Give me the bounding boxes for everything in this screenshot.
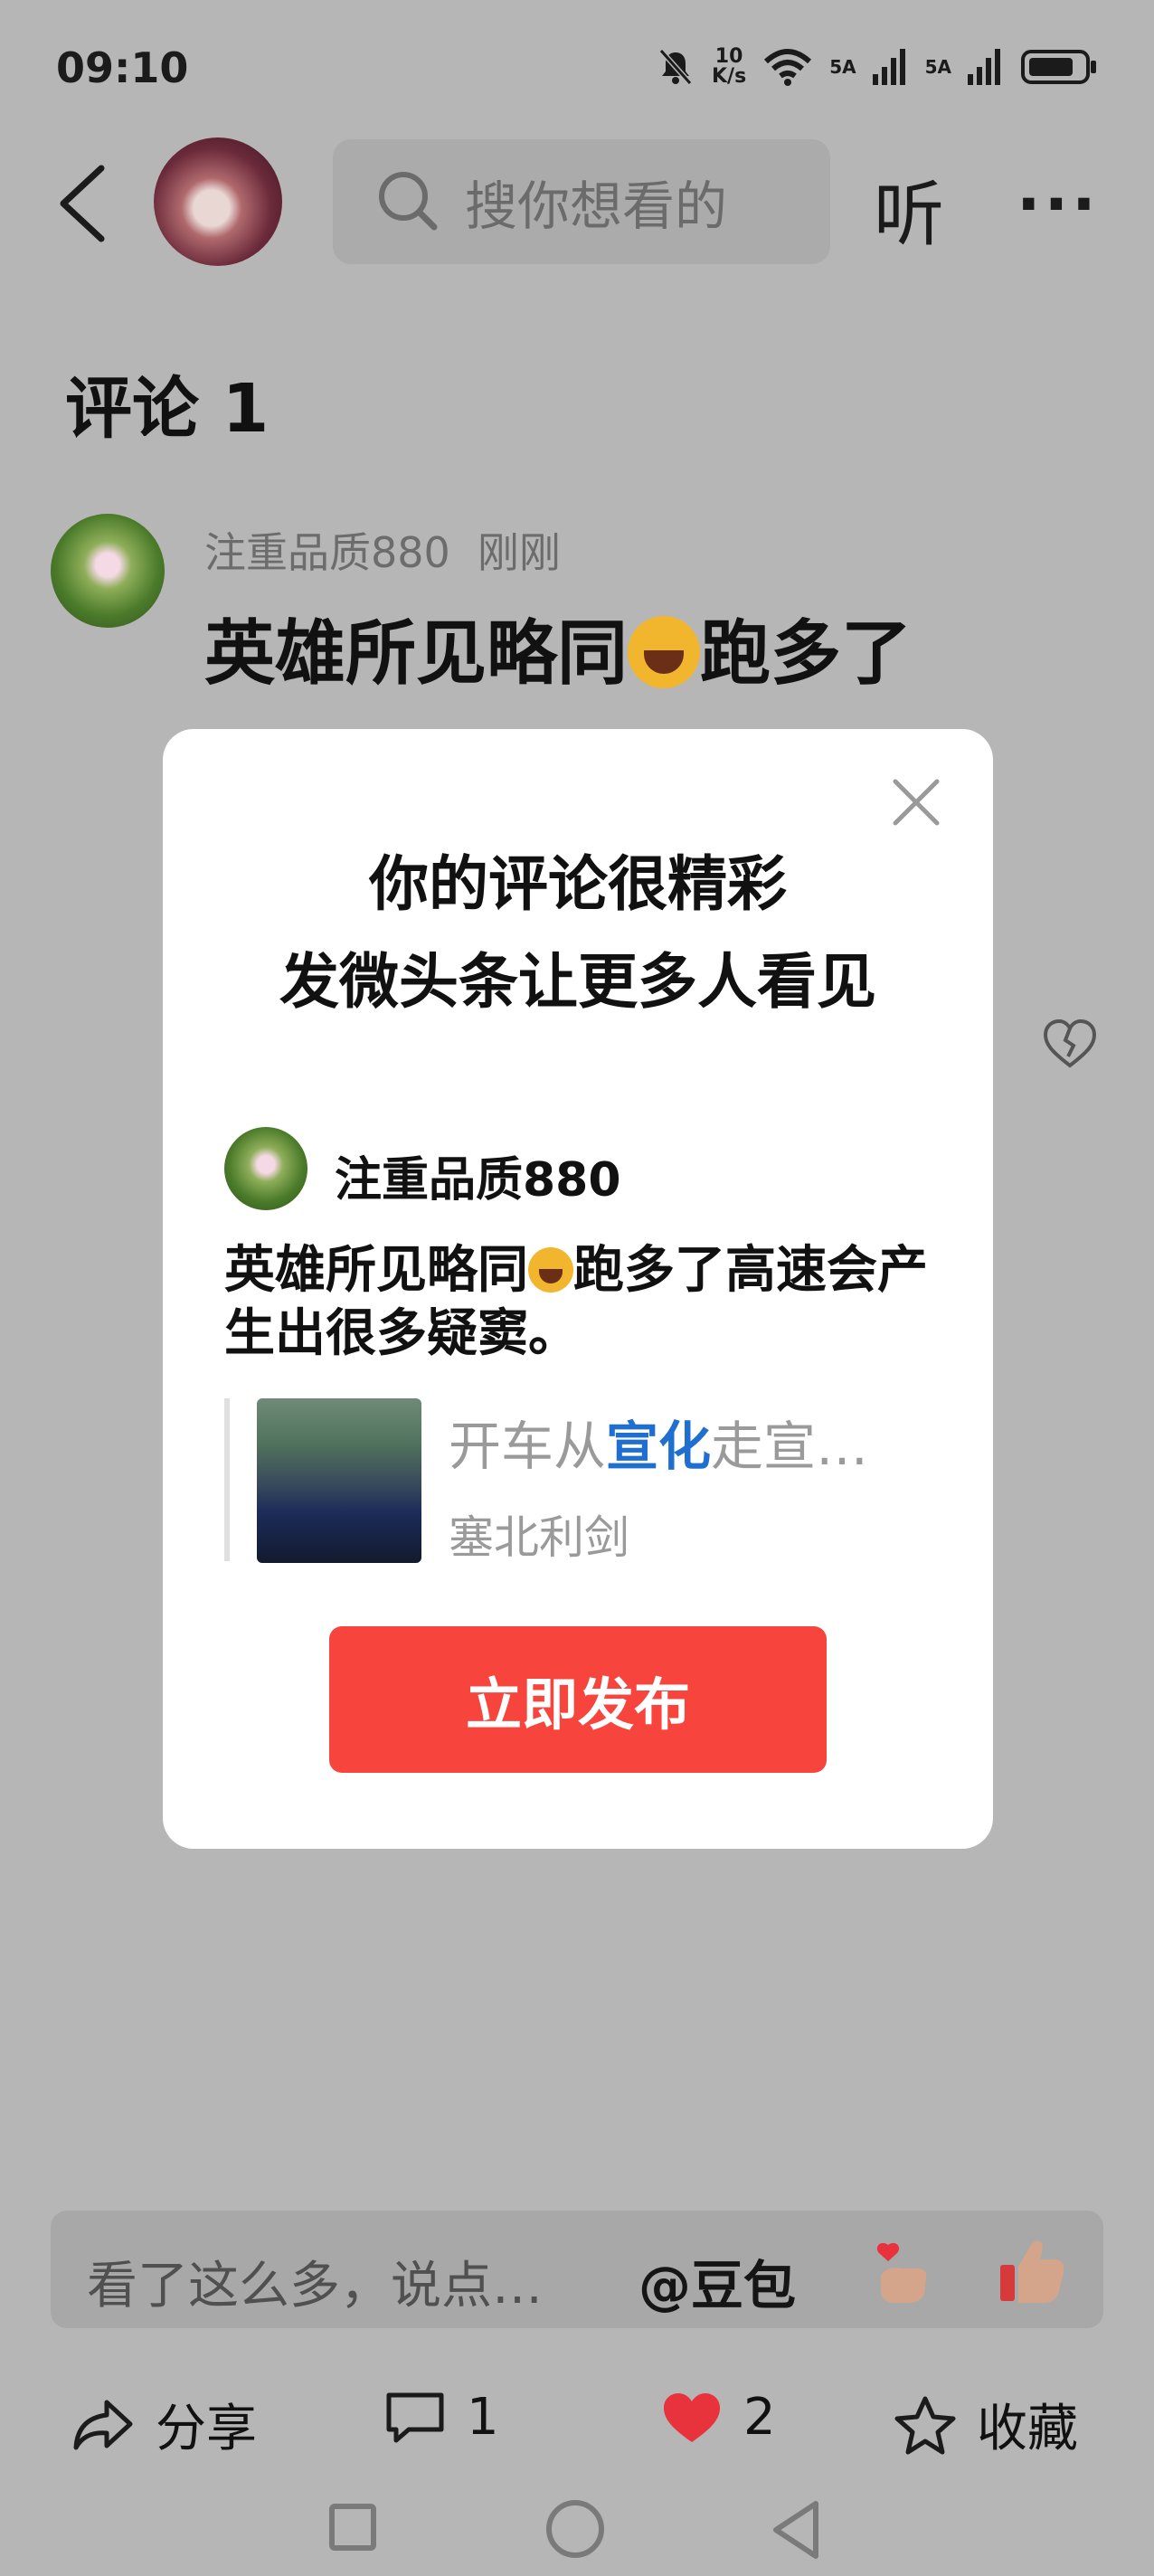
listen-button[interactable]: 听 xyxy=(874,158,944,260)
comment-author[interactable]: 注重品质880 xyxy=(204,528,450,577)
comment-count: 1 xyxy=(467,2388,499,2447)
article-author: 塞北利剑 xyxy=(449,1511,629,1564)
modal-title-line2: 发微头条让更多人看见 xyxy=(279,947,876,1017)
article-title: 开车从宣化走宣… xyxy=(449,1404,919,1480)
thumbs-up-icon[interactable] xyxy=(997,2234,1069,2306)
modal-post-body: 英雄所见略同 跑多了高速会产生出很多疑窦。 xyxy=(224,1239,930,1366)
recent-apps-button[interactable] xyxy=(329,2504,376,2551)
comment-count-button[interactable]: 1 xyxy=(383,2388,499,2447)
commenter-avatar[interactable] xyxy=(51,514,165,628)
battery-icon xyxy=(1021,50,1096,84)
comment-time: 刚刚 xyxy=(477,528,561,577)
share-label: 分享 xyxy=(156,2400,257,2458)
article-thumbnail xyxy=(257,1398,421,1563)
laughing-emoji-icon xyxy=(628,616,701,688)
like-count: 2 xyxy=(743,2388,776,2447)
net-speed: 10 K/s xyxy=(712,47,746,87)
comment-text: 英雄所见略同 跑多了 xyxy=(204,597,912,698)
quote-divider xyxy=(224,1398,230,1561)
signal-label-1: 5A xyxy=(829,56,856,78)
search-box[interactable]: 搜你想看的 xyxy=(333,139,830,264)
finger-heart-icon[interactable] xyxy=(872,2238,935,2305)
laughing-emoji-icon xyxy=(528,1247,573,1293)
signal-bars-icon xyxy=(968,49,1000,85)
article-title-pre: 开车从 xyxy=(449,1416,607,1477)
article-title-post: 走宣… xyxy=(711,1416,869,1477)
like-button[interactable]: 2 xyxy=(660,2388,776,2447)
modal-user-name: 注重品质880 xyxy=(335,1153,621,1208)
star-icon xyxy=(894,2396,956,2454)
wifi-icon xyxy=(764,49,812,86)
mute-bell-icon xyxy=(658,49,693,85)
back-triangle-icon[interactable] xyxy=(769,2498,823,2562)
status-icons: 10 K/s 5A 5A xyxy=(656,47,1098,87)
heart-icon xyxy=(664,2392,720,2442)
comments-title: 评论 1 xyxy=(65,370,270,448)
modal-title-line1: 你的评论很精彩 xyxy=(369,849,787,919)
more-button[interactable]: ··· xyxy=(1017,167,1100,242)
collect-label: 收藏 xyxy=(977,2400,1078,2458)
signal-bars-icon xyxy=(872,49,905,85)
status-time: 09:10 xyxy=(56,43,189,92)
share-arrow-icon xyxy=(73,2400,133,2449)
comment-meta: 注重品质880 刚刚 xyxy=(204,520,561,580)
search-placeholder: 搜你想看的 xyxy=(465,175,728,237)
search-icon xyxy=(379,172,438,231)
back-arrow-icon[interactable] xyxy=(51,154,114,253)
collect-button[interactable]: 收藏 xyxy=(894,2388,1078,2461)
comment-text-before: 英雄所见略同 xyxy=(204,613,629,695)
net-speed-unit: K/s xyxy=(712,65,747,88)
publish-button[interactable]: 立即发布 xyxy=(329,1626,827,1773)
comment-text-after: 跑多了 xyxy=(700,613,913,695)
share-button[interactable]: 分享 xyxy=(71,2388,257,2461)
net-speed-value: 10 xyxy=(714,45,743,68)
signal-label-2: 5A xyxy=(924,56,951,78)
author-avatar[interactable] xyxy=(154,137,282,266)
doubao-mention-button[interactable]: @豆包 xyxy=(638,2243,796,2319)
broken-heart-icon[interactable] xyxy=(1042,1017,1098,1073)
article-title-highlight: 宣化 xyxy=(606,1416,712,1477)
close-icon[interactable] xyxy=(888,774,944,830)
home-button[interactable] xyxy=(546,2500,604,2558)
comment-input-placeholder: 看了这么多，说点… xyxy=(87,2257,543,2316)
modal-body-before: 英雄所见略同 xyxy=(224,1241,528,1300)
comment-bubble-icon xyxy=(386,2392,444,2442)
modal-user-avatar xyxy=(224,1127,307,1210)
